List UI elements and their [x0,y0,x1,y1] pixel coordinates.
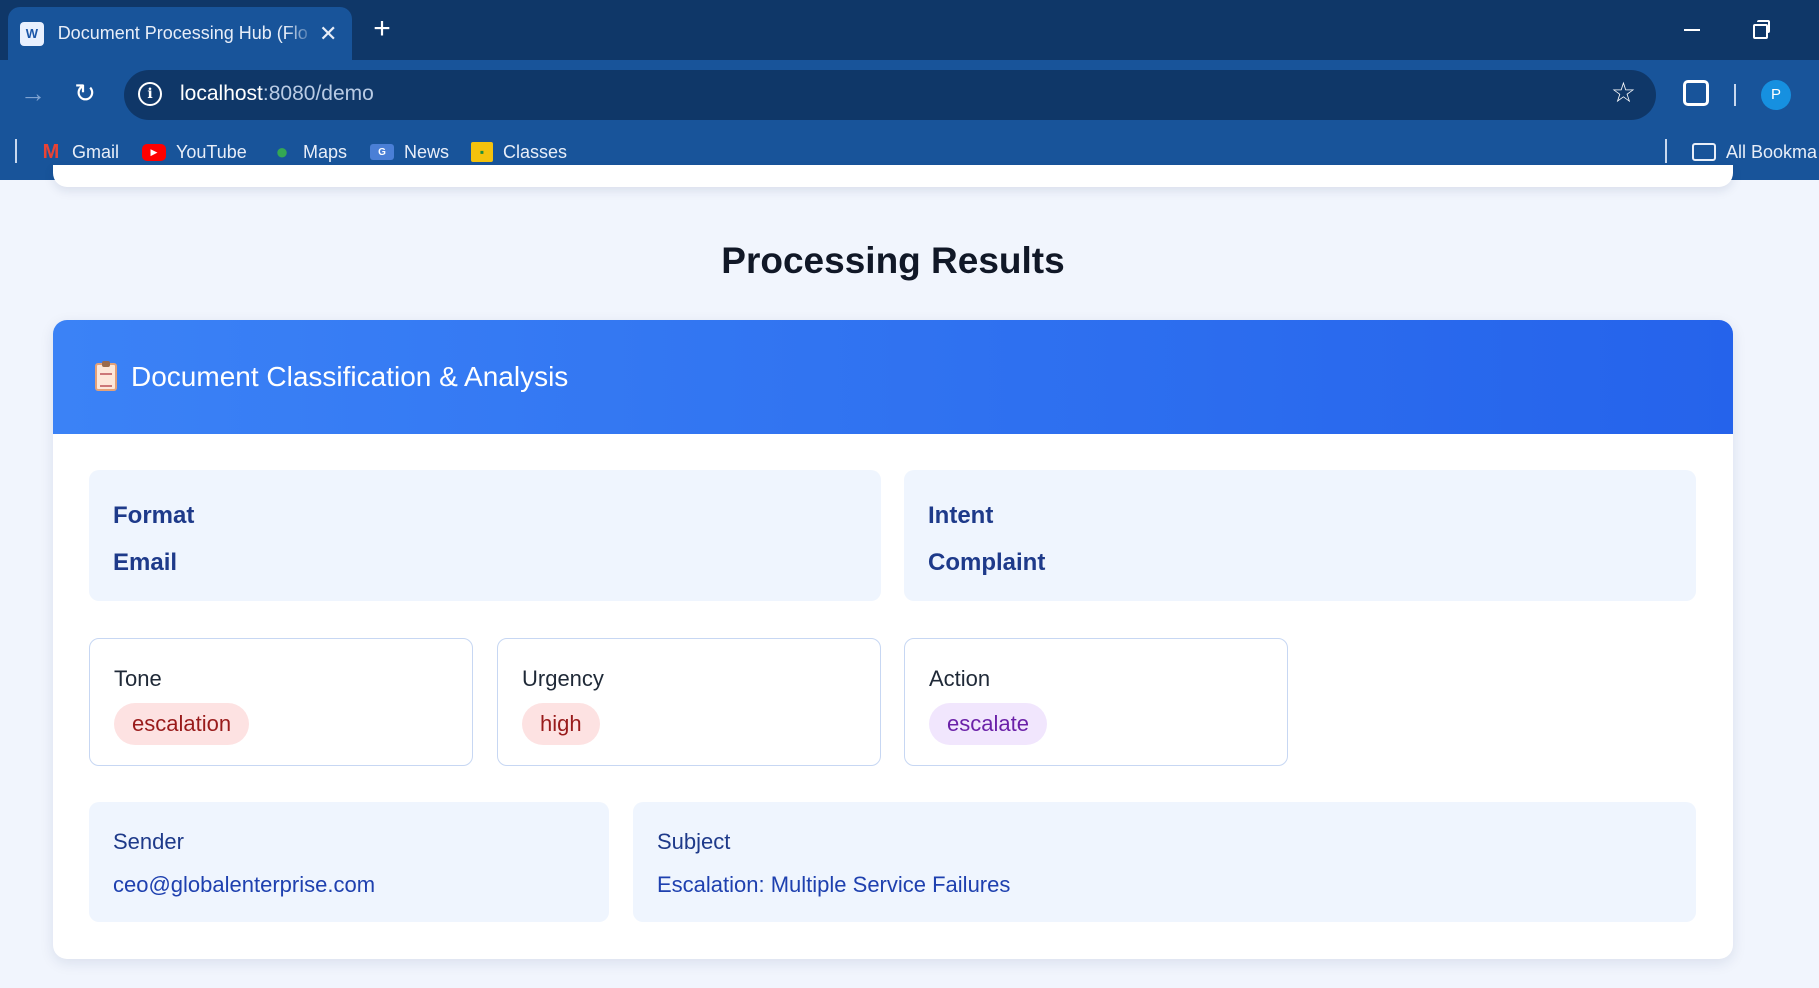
all-bookmarks-button[interactable]: All Bookma [1692,138,1817,166]
minimize-window-icon[interactable] [1676,14,1706,44]
bookmark-label: YouTube [176,141,247,162]
card-header: Document Classification & Analysis [53,320,1733,434]
url-host: localhost [180,82,263,105]
maps-icon: ● [275,139,289,164]
intent-box: Intent Complaint [904,470,1696,601]
action-box: Action escalate [904,638,1288,766]
tone-label: Tone [114,666,162,691]
tab-title: Document Processing Hub (Flo [57,23,308,43]
bookmark-youtube[interactable]: ▶ YouTube [142,138,247,166]
bookmarks-divider [1665,139,1667,163]
bookmark-classes[interactable]: ▪ Classes [471,138,567,166]
format-value: Email [113,549,178,576]
sender-value: ceo@globalenterprise.com [113,872,376,897]
classification-card: Document Classification & Analysis Forma… [53,320,1733,959]
bookmarks-divider [15,139,17,163]
bookmark-label: Classes [503,141,568,162]
intent-value: Complaint [928,549,1046,576]
sender-box: Sender ceo@globalenterprise.com [89,802,609,922]
extensions-puzzle-icon[interactable] [1683,80,1709,106]
card-title: Document Classification & Analysis [131,361,569,392]
browser-toolbar: → ↻ i localhost:8080/demo ☆ P [0,60,1819,127]
url-text[interactable]: localhost:8080/demo [180,82,374,106]
new-tab-button[interactable]: + [368,14,396,46]
urgency-box: Urgency high [497,638,881,766]
youtube-icon: ▶ [142,143,166,161]
action-label: Action [929,666,991,691]
toolbar-divider [1734,84,1736,106]
urgency-badge: high [522,703,600,745]
restore-window-icon[interactable] [1744,14,1774,44]
previous-card-edge [53,165,1733,187]
reload-icon[interactable]: ↻ [70,78,100,108]
address-bar[interactable]: i localhost:8080/demo ☆ [124,70,1656,120]
browser-tab[interactable]: W Document Processing Hub (Flo ✕ [8,7,352,60]
bookmark-news[interactable]: G News [370,138,449,166]
action-badge: escalate [929,703,1047,745]
format-label: Format [113,502,195,529]
site-info-icon[interactable]: i [138,82,162,106]
subject-value: Escalation: Multiple Service Failures [657,872,1011,897]
clipboard-icon [95,361,117,391]
bookmark-gmail[interactable]: M Gmail [40,138,119,166]
close-tab-icon[interactable]: ✕ [316,21,340,47]
tone-badge: escalation [114,703,250,745]
gmail-icon: M [42,140,60,163]
intent-label: Intent [928,502,994,529]
sender-label: Sender [113,829,184,854]
folder-icon [1692,143,1716,161]
format-box: Format Email [89,470,881,601]
bookmark-maps[interactable]: ● Maps [271,138,347,166]
forward-arrow-icon[interactable]: → [18,78,48,108]
bookmark-label: Maps [303,141,348,162]
profile-avatar[interactable]: P [1761,80,1791,110]
bookmark-label: News [404,141,450,162]
urgency-label: Urgency [522,666,604,691]
subject-box: Subject Escalation: Multiple Service Fai… [633,802,1696,922]
bookmark-label: Gmail [72,141,120,162]
tone-box: Tone escalation [89,638,473,766]
page-title: Processing Results [721,240,1065,281]
tab-bar: W Document Processing Hub (Flo ✕ + [0,0,1819,60]
bookmark-star-icon[interactable]: ☆ [1611,78,1636,108]
all-bookmarks-label: All Bookma [1726,141,1818,162]
subject-label: Subject [657,829,731,854]
document-favicon-icon: W [20,21,44,46]
url-path: :8080/demo [262,82,374,105]
classes-icon: ▪ [471,142,493,162]
news-icon: G [370,144,394,160]
